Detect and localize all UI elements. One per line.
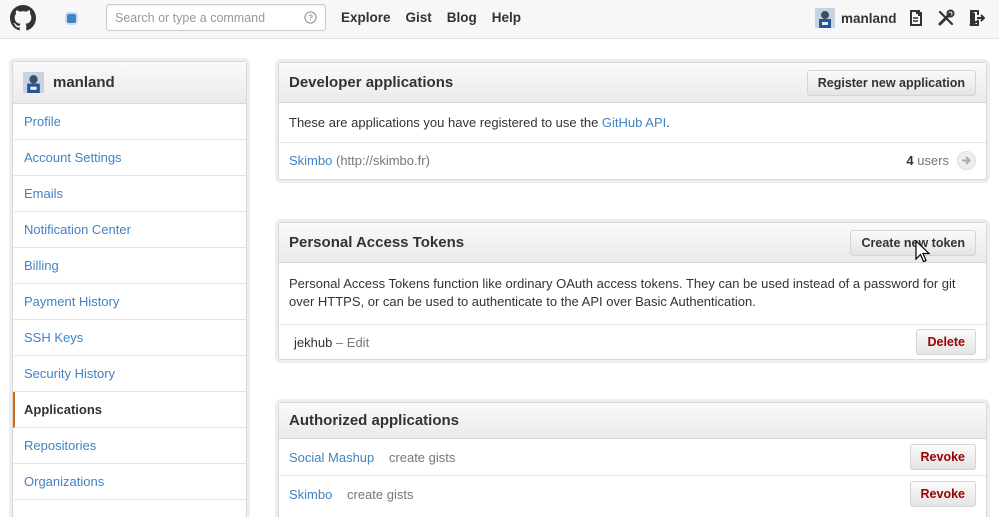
developer-app-users: 4 users <box>906 151 976 170</box>
developer-applications-header: Developer applications Register new appl… <box>279 63 986 103</box>
developer-app-url: (http://skimbo.fr) <box>335 153 430 168</box>
authorized-applications-header: Authorized applications <box>279 403 986 439</box>
top-nav: Explore Gist Blog Help <box>341 10 521 25</box>
authorized-app-link[interactable]: Skimbo <box>289 487 332 502</box>
authorized-app-link[interactable]: Social Mashup <box>289 450 374 465</box>
users-label: users <box>917 153 949 168</box>
create-new-icon[interactable] <box>907 9 925 27</box>
revoke-button[interactable]: Revoke <box>909 444 976 470</box>
tokens-description: Personal Access Tokens function like ord… <box>279 263 986 325</box>
sidebar-item-organizations[interactable]: Organizations <box>13 464 246 500</box>
developer-app-info: Skimbo (http://skimbo.fr) <box>289 153 430 168</box>
sidebar-header: manland <box>13 62 246 104</box>
token-name: jekhub <box>294 334 333 350</box>
user-profile-link[interactable]: manland <box>815 8 897 28</box>
developer-applications-box: Developer applications Register new appl… <box>278 62 987 180</box>
list-item: jekhub – Edit Delete <box>279 325 986 359</box>
authorized-app-scope: create gists <box>346 486 414 502</box>
sidebar-item-repositories[interactable]: Repositories <box>13 428 246 464</box>
create-new-token-button[interactable]: Create new token <box>850 229 976 256</box>
token-info: jekhub – Edit <box>294 335 369 350</box>
nav-help[interactable]: Help <box>492 10 521 25</box>
section-title: Authorized applications <box>289 412 460 429</box>
authorized-app-scope: create gists <box>388 449 456 465</box>
nav-gist[interactable]: Gist <box>406 10 432 25</box>
top-header: ? Explore Gist Blog Help manland <box>0 0 999 39</box>
token-edit-link[interactable]: Edit <box>347 335 369 350</box>
section-title: Developer applications <box>289 74 454 91</box>
list-item: Skimbo create gists Revoke <box>279 476 986 512</box>
arrow-right-icon[interactable] <box>957 151 976 170</box>
sign-out-icon[interactable] <box>967 9 985 27</box>
header-username: manland <box>841 10 897 26</box>
list-item: Social Mashup create gists Revoke <box>279 439 986 476</box>
list-item: Skimbo (http://skimbo.fr) 4 users <box>279 143 986 178</box>
sidebar-username: manland <box>53 74 115 91</box>
intro-text: These are applications you have register… <box>289 115 670 130</box>
authorized-app-info: Social Mashup create gists <box>289 450 455 465</box>
repo-dot-icon[interactable] <box>62 10 80 26</box>
authorized-app-info: Skimbo create gists <box>289 487 413 502</box>
token-separator: – <box>332 334 347 350</box>
personal-access-tokens-box: Personal Access Tokens Create new token … <box>278 222 987 360</box>
users-count: 4 <box>906 153 914 168</box>
sidebar-item-security-history[interactable]: Security History <box>13 356 246 392</box>
help-circle-icon[interactable]: ? <box>304 11 317 24</box>
register-new-application-button[interactable]: Register new application <box>806 69 976 96</box>
sidebar-item-account-settings[interactable]: Account Settings <box>13 140 246 176</box>
section-title: Personal Access Tokens <box>289 234 465 251</box>
github-logo-icon[interactable] <box>10 5 36 31</box>
revoke-button[interactable]: Revoke <box>909 481 976 507</box>
sidebar-item-applications[interactable]: Applications <box>13 392 246 428</box>
settings-tools-icon[interactable] <box>937 9 955 27</box>
sidebar-item-notification-center[interactable]: Notification Center <box>13 212 246 248</box>
sidebar-item-profile[interactable]: Profile <box>13 104 246 140</box>
nav-blog[interactable]: Blog <box>447 10 477 25</box>
intro-text-before: These are applications you have register… <box>289 115 602 130</box>
personal-access-tokens-header: Personal Access Tokens Create new token <box>279 223 986 263</box>
command-search: ? <box>106 4 326 31</box>
nav-explore[interactable]: Explore <box>341 10 391 25</box>
github-api-link[interactable]: GitHub API <box>602 115 666 130</box>
sidebar-item-payment-history[interactable]: Payment History <box>13 284 246 320</box>
avatar <box>815 8 835 28</box>
developer-intro: These are applications you have register… <box>279 103 986 143</box>
sidebar-item-emails[interactable]: Emails <box>13 176 246 212</box>
sidebar-item-billing[interactable]: Billing <box>13 248 246 284</box>
developer-app-link[interactable]: Skimbo <box>289 153 332 168</box>
sidebar-item-ssh-keys[interactable]: SSH Keys <box>13 320 246 356</box>
search-input[interactable] <box>115 9 300 27</box>
avatar <box>23 72 44 93</box>
delete-token-button[interactable]: Delete <box>916 329 976 355</box>
authorized-applications-box: Authorized applications Social Mashup cr… <box>278 402 987 517</box>
intro-text-after: . <box>666 115 670 130</box>
svg-text:?: ? <box>308 13 313 23</box>
settings-sidebar: manland Profile Account Settings Emails … <box>12 61 247 517</box>
